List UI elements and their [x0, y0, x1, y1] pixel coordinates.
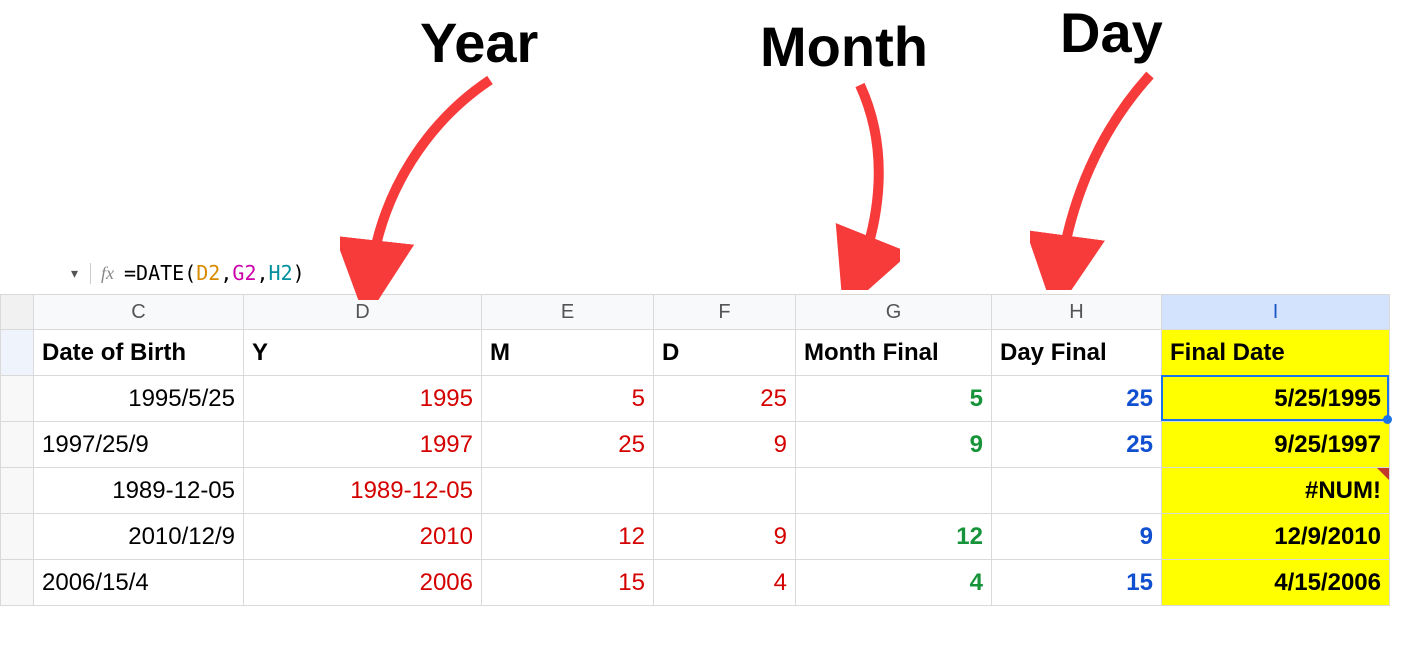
col-header-c[interactable]: C	[34, 294, 244, 330]
cell-day-final[interactable]: 25	[992, 422, 1162, 468]
cell-final-date[interactable]: 12/9/2010	[1162, 514, 1390, 560]
formula-arg1: D2	[196, 261, 220, 285]
table-row: 1995/5/2519955255255/25/1995	[0, 376, 1410, 422]
cell-m[interactable]: 12	[482, 514, 654, 560]
formula-close: )	[293, 261, 305, 285]
formula-eq: =	[124, 261, 136, 285]
cell-date-of-birth[interactable]: 2010/12/9	[34, 514, 244, 560]
header-d[interactable]: D	[654, 330, 796, 376]
formula-arg3: H2	[269, 261, 293, 285]
column-header-row: C D E F G H I	[0, 294, 1410, 330]
cell-day-final[interactable]: 15	[992, 560, 1162, 606]
cell-final-date[interactable]: 4/15/2006	[1162, 560, 1390, 606]
col-header-g[interactable]: G	[796, 294, 992, 330]
cell-day-final[interactable]: 25	[992, 376, 1162, 422]
cell-final-date[interactable]: 5/25/1995	[1162, 376, 1390, 422]
row-gutter[interactable]	[0, 560, 34, 606]
cell-final-date[interactable]: 9/25/1997	[1162, 422, 1390, 468]
header-final-date[interactable]: Final Date	[1162, 330, 1390, 376]
cell-d[interactable]	[654, 468, 796, 514]
table-row: 1989-12-051989-12-05 #NUM!	[0, 468, 1410, 514]
annotation-day: Day	[1060, 0, 1163, 65]
header-month-final[interactable]: Month Final	[796, 330, 992, 376]
cell-day-final[interactable]	[992, 468, 1162, 514]
name-box-dropdown-icon[interactable]: ▾	[30, 265, 90, 282]
row-gutter[interactable]	[0, 330, 34, 376]
formula-text[interactable]: =DATE(D2,G2,H2)	[124, 261, 305, 285]
annotation-year: Year	[420, 10, 538, 75]
cell-final-date[interactable]: #NUM!	[1162, 468, 1390, 514]
cell-date-of-birth[interactable]: 1989-12-05	[34, 468, 244, 514]
select-all-corner[interactable]	[0, 294, 34, 330]
cell-m[interactable]	[482, 468, 654, 514]
cell-month-final[interactable]: 5	[796, 376, 992, 422]
cell-y[interactable]: 2006	[244, 560, 482, 606]
cell-month-final[interactable]: 12	[796, 514, 992, 560]
formula-open: (	[184, 261, 196, 285]
annotation-month: Month	[760, 14, 928, 79]
table-row: 2006/15/420061544154/15/2006	[0, 560, 1410, 606]
cell-d[interactable]: 4	[654, 560, 796, 606]
col-header-i[interactable]: I	[1162, 294, 1390, 330]
fx-label: fx	[90, 263, 124, 284]
table-header-row: Date of Birth Y M D Month Final Day Fina…	[0, 330, 1410, 376]
header-m[interactable]: M	[482, 330, 654, 376]
col-header-f[interactable]: F	[654, 294, 796, 330]
formula-comma1: ,	[220, 261, 232, 285]
formula-arg2: G2	[232, 261, 256, 285]
cell-month-final[interactable]: 4	[796, 560, 992, 606]
spreadsheet-grid[interactable]: C D E F G H I Date of Birth Y M D Month …	[0, 294, 1410, 606]
table-row: 2010/12/9201012912912/9/2010	[0, 514, 1410, 560]
header-day-final[interactable]: Day Final	[992, 330, 1162, 376]
cell-d[interactable]: 25	[654, 376, 796, 422]
cell-y[interactable]: 1997	[244, 422, 482, 468]
cell-m[interactable]: 25	[482, 422, 654, 468]
cell-date-of-birth[interactable]: 1995/5/25	[34, 376, 244, 422]
cell-date-of-birth[interactable]: 1997/25/9	[34, 422, 244, 468]
cell-y[interactable]: 1989-12-05	[244, 468, 482, 514]
cell-d[interactable]: 9	[654, 422, 796, 468]
row-gutter[interactable]	[0, 468, 34, 514]
cell-m[interactable]: 15	[482, 560, 654, 606]
cell-date-of-birth[interactable]: 2006/15/4	[34, 560, 244, 606]
formula-bar[interactable]: ▾ fx =DATE(D2,G2,H2)	[30, 256, 1390, 290]
col-header-h[interactable]: H	[992, 294, 1162, 330]
cell-y[interactable]: 1995	[244, 376, 482, 422]
col-header-d[interactable]: D	[244, 294, 482, 330]
formula-comma2: ,	[257, 261, 269, 285]
cell-day-final[interactable]: 9	[992, 514, 1162, 560]
col-header-e[interactable]: E	[482, 294, 654, 330]
formula-fn: DATE	[136, 261, 184, 285]
row-gutter[interactable]	[0, 376, 34, 422]
cell-d[interactable]: 9	[654, 514, 796, 560]
header-y[interactable]: Y	[244, 330, 482, 376]
row-gutter[interactable]	[0, 422, 34, 468]
cell-m[interactable]: 5	[482, 376, 654, 422]
header-date-of-birth[interactable]: Date of Birth	[34, 330, 244, 376]
cell-y[interactable]: 2010	[244, 514, 482, 560]
cell-month-final[interactable]	[796, 468, 992, 514]
row-gutter[interactable]	[0, 514, 34, 560]
annotation-layer: Year Month Day	[0, 0, 1410, 290]
table-row: 1997/25/919972599259/25/1997	[0, 422, 1410, 468]
cell-month-final[interactable]: 9	[796, 422, 992, 468]
